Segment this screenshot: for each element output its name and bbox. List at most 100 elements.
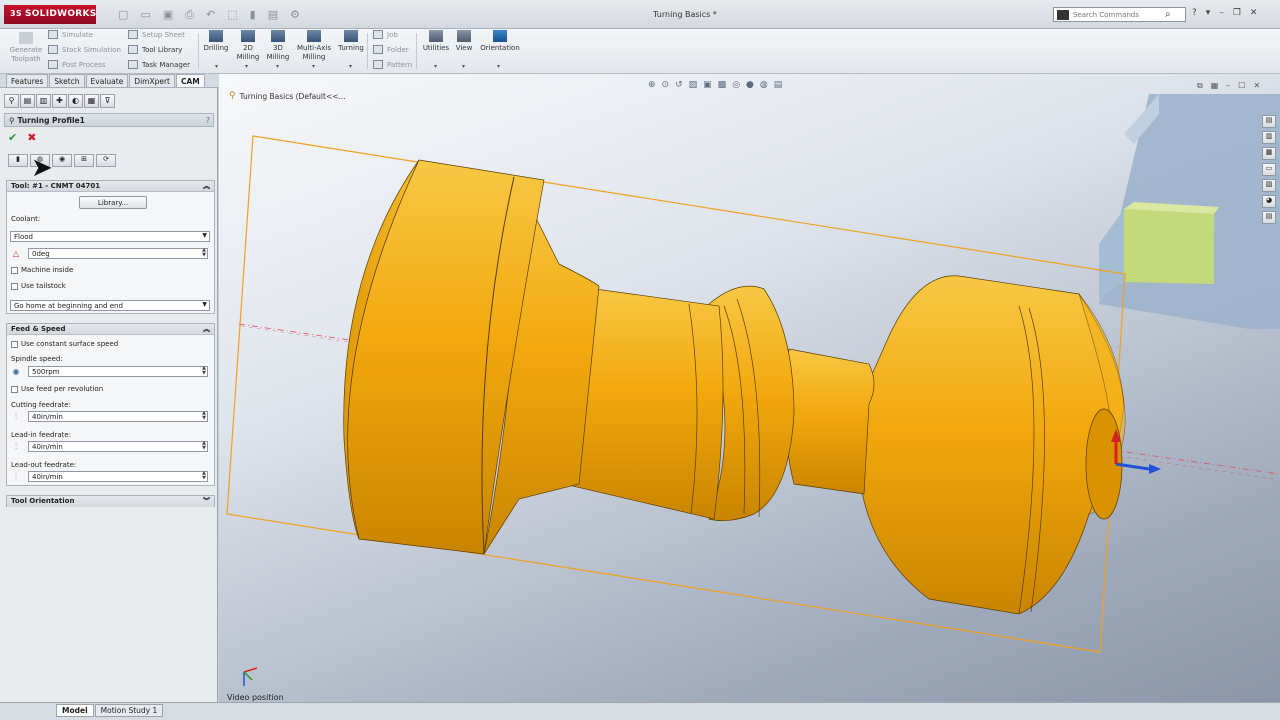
close-icon[interactable]: ✕ xyxy=(1250,8,1258,18)
help-button[interactable]: ? xyxy=(206,116,210,125)
utilities-dropdown-icon[interactable]: ▾ xyxy=(434,63,437,70)
solidworks-logo[interactable]: 3S SOLIDWORKS xyxy=(4,5,96,24)
angle-field[interactable]: 0deg ▲ ▼ xyxy=(28,248,208,259)
tab-motion-study[interactable]: Motion Study 1 xyxy=(94,704,164,717)
folder-button[interactable]: Folder xyxy=(373,45,409,54)
cam-library-icon[interactable]: ▦ xyxy=(1262,147,1276,160)
viewport-maximize-icon[interactable]: ☐ xyxy=(1238,81,1245,91)
graphics-viewport[interactable]: ⚲ Turning Basics (Default<<... ⊕ ⊙ ↺ ▨ ▣… xyxy=(219,74,1280,702)
magnifier-icon[interactable]: ⌕ xyxy=(1165,9,1171,20)
design-library-icon[interactable]: ▥ xyxy=(1262,131,1276,144)
tool-orientation-group[interactable]: Tool Orientation ︾ xyxy=(6,495,215,507)
search-input[interactable] xyxy=(1073,10,1163,19)
3d-milling-dropdown-icon[interactable]: ▾ xyxy=(276,63,279,70)
2d-milling-button[interactable]: 2D Milling xyxy=(233,30,263,62)
view-dropdown-icon[interactable]: ▾ xyxy=(462,63,465,70)
spinner-icon[interactable]: ▲ ▼ xyxy=(202,248,206,258)
home-option-select[interactable]: Go home at beginning and end ▼ xyxy=(10,300,210,311)
view-palette-icon[interactable]: ▧ xyxy=(1262,179,1276,192)
spindle-speed-field[interactable]: 500rpm ▲ ▼ xyxy=(28,366,208,377)
tab-features[interactable]: Features xyxy=(6,74,49,87)
generate-toolpath-button[interactable]: Generate Toolpath xyxy=(8,32,44,64)
viewport-restore-icon[interactable]: ⧉ xyxy=(1197,81,1203,91)
search-commands-box[interactable]: ⌕ xyxy=(1053,7,1186,22)
spinner-icon[interactable]: ▲ ▼ xyxy=(202,366,206,376)
previous-view-icon[interactable]: ↺ xyxy=(675,80,683,90)
feed-per-revolution-checkbox[interactable]: Use feed per revolution xyxy=(11,385,103,393)
pattern-button[interactable]: Pattern xyxy=(373,60,412,69)
task-manager-button[interactable]: Task Manager xyxy=(128,60,190,69)
configuration-manager-icon[interactable]: ▥ xyxy=(36,94,51,108)
drilling-button[interactable]: Drilling xyxy=(201,30,231,53)
viewport-close-icon[interactable]: ✕ xyxy=(1253,81,1260,91)
zoom-to-area-icon[interactable]: ⊙ xyxy=(662,80,670,90)
library-button[interactable]: Library... xyxy=(79,196,147,209)
section-view-icon[interactable]: ▨ xyxy=(689,80,698,90)
collapse-chevron-icon[interactable]: ︽ xyxy=(203,324,210,334)
feature-tree-icon[interactable]: ⚲ xyxy=(4,94,19,108)
flyout-feature-tree[interactable]: ⚲ Turning Basics (Default<<... xyxy=(229,91,346,101)
edit-appearance-icon[interactable]: ● xyxy=(746,80,754,90)
constant-surface-speed-checkbox[interactable]: Use constant surface speed xyxy=(11,340,118,348)
3d-milling-button[interactable]: 3D Milling xyxy=(263,30,293,62)
restore-icon[interactable]: ❐ xyxy=(1233,8,1241,18)
hide-show-items-icon[interactable]: ◎ xyxy=(732,80,740,90)
help-dropdown-icon[interactable]: ▾ xyxy=(1206,8,1211,18)
filter-icon[interactable]: ⊽ xyxy=(100,94,115,108)
tab-model[interactable]: Model xyxy=(56,704,94,717)
file-properties-icon[interactable]: ▤ xyxy=(268,8,278,22)
viewport-minimize-icon[interactable]: – xyxy=(1226,81,1230,91)
undo-icon[interactable]: ↶ xyxy=(206,8,215,22)
job-button[interactable]: Job xyxy=(373,30,398,39)
tool-orientation-header[interactable]: Tool Orientation ︾ xyxy=(7,496,214,507)
cutting-feedrate-field[interactable]: 40in/min ▲ ▼ xyxy=(28,411,208,422)
cancel-x-icon[interactable]: ✖ xyxy=(27,131,36,144)
spinner-icon[interactable]: ▲ ▼ xyxy=(202,411,206,421)
feed-speed-header[interactable]: Feed & Speed ︽ xyxy=(7,324,214,335)
options-icon[interactable]: ⚙ xyxy=(290,8,300,22)
simulate-button[interactable]: Simulate xyxy=(48,30,93,39)
utilities-button[interactable]: Utilities xyxy=(421,30,451,53)
use-tailstock-checkbox[interactable]: Use tailstock xyxy=(11,282,66,290)
tab-link-icon[interactable]: ⊞ xyxy=(74,154,94,167)
cam-feature-tree-icon[interactable]: ▦ xyxy=(84,94,99,108)
tab-tool-icon[interactable]: ▮ xyxy=(8,154,28,167)
tab-nc-icon[interactable]: ◉ xyxy=(52,154,72,167)
lead-in-feedrate-field[interactable]: 40in/min ▲ ▼ xyxy=(28,441,208,452)
machine-inside-checkbox[interactable]: Machine inside xyxy=(11,266,73,274)
viewport-tile-icon[interactable]: ▦ xyxy=(1211,81,1219,91)
spinner-icon[interactable]: ▲ ▼ xyxy=(202,471,206,481)
view-button[interactable]: View xyxy=(453,30,475,53)
expand-chevron-icon[interactable]: ︾ xyxy=(203,496,210,506)
open-document-icon[interactable]: ▭ xyxy=(140,8,150,22)
zoom-to-fit-icon[interactable]: ⊕ xyxy=(648,80,656,90)
model-canvas[interactable] xyxy=(219,74,1280,702)
drilling-dropdown-icon[interactable]: ▾ xyxy=(215,63,218,70)
stock-simulation-button[interactable]: Stock Simulation xyxy=(48,45,121,54)
turning-button[interactable]: Turning xyxy=(336,30,366,53)
tab-dimxpert[interactable]: DimXpert xyxy=(129,74,175,87)
spinner-icon[interactable]: ▲ ▼ xyxy=(202,441,206,451)
apply-scene-icon[interactable]: ◍ xyxy=(760,80,768,90)
help-icon[interactable]: ? xyxy=(1192,8,1197,18)
rebuild-icon[interactable]: ▮ xyxy=(250,8,256,22)
tool-library-button[interactable]: Tool Library xyxy=(128,45,182,54)
view-orientation-icon[interactable]: ▣ xyxy=(703,80,712,90)
collapse-chevron-icon[interactable]: ︽ xyxy=(203,181,210,191)
ok-check-icon[interactable]: ✔ xyxy=(8,131,17,144)
turning-dropdown-icon[interactable]: ▾ xyxy=(349,63,352,70)
appearances-icon[interactable]: ◕ xyxy=(1262,195,1276,208)
tab-evaluate[interactable]: Evaluate xyxy=(85,74,129,87)
multi-axis-milling-button[interactable]: Multi-Axis Milling xyxy=(294,30,334,62)
lead-out-feedrate-field[interactable]: 40in/min ▲ ▼ xyxy=(28,471,208,482)
setup-sheet-button[interactable]: Setup Sheet xyxy=(128,30,185,39)
custom-properties-icon[interactable]: ▤ xyxy=(1262,211,1276,224)
2d-milling-dropdown-icon[interactable]: ▾ xyxy=(245,63,248,70)
property-manager-icon[interactable]: ▤ xyxy=(20,94,35,108)
multi-axis-dropdown-icon[interactable]: ▾ xyxy=(312,63,315,70)
orientation-dropdown-icon[interactable]: ▾ xyxy=(497,63,500,70)
view-settings-icon[interactable]: ▤ xyxy=(774,80,783,90)
file-explorer-icon[interactable]: ▭ xyxy=(1262,163,1276,176)
minimize-icon[interactable]: – xyxy=(1219,8,1224,18)
post-process-button[interactable]: Post Process xyxy=(48,60,105,69)
